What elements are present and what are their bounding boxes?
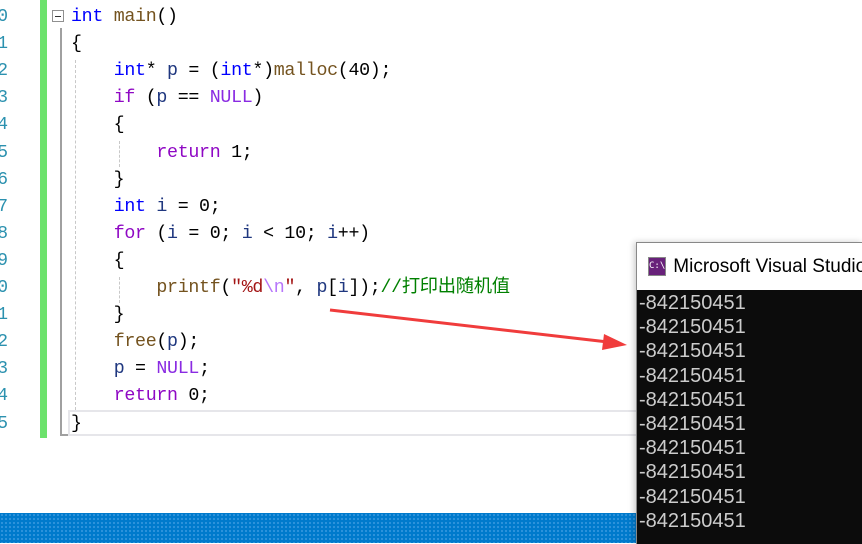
console-icon: C:\ [648, 257, 667, 276]
console-output-line: -842150451 [639, 364, 746, 387]
console-output-line: -842150451 [639, 412, 746, 435]
console-output-line: -842150451 [639, 461, 746, 484]
console-output-line: -842150451 [639, 388, 746, 411]
console-title: Microsoft Visual Studio Debug Console [673, 255, 862, 277]
console-output-line: -842150451 [639, 509, 746, 532]
console-output-line: -842150451 [639, 340, 746, 363]
console-output-line: -842150451 [639, 485, 746, 508]
debug-console-window[interactable]: C:\ Microsoft Visual Studio Debug Consol… [636, 242, 862, 544]
console-output-line: -842150451 [639, 316, 746, 339]
console-title-bar[interactable]: C:\ Microsoft Visual Studio Debug Consol… [637, 243, 862, 290]
console-output-line: -842150451 [639, 437, 746, 460]
console-output-line: -842150451 [639, 292, 746, 314]
console-output: -842150451 -842150451 -842150451 -842150451… [637, 290, 862, 533]
